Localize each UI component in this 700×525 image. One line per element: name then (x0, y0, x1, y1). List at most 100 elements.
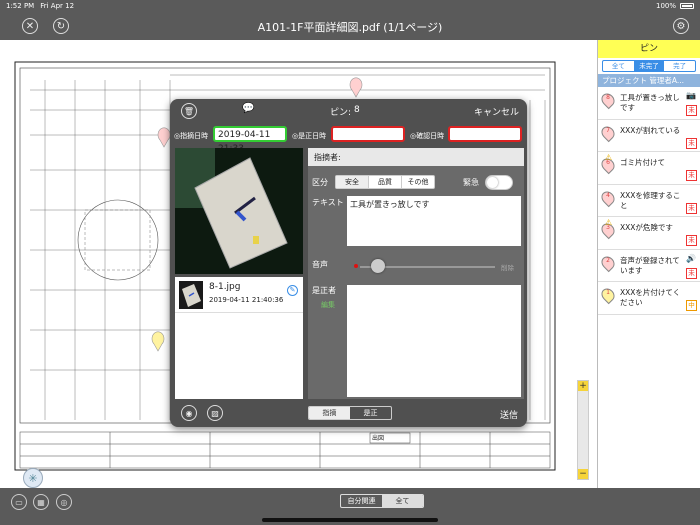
filter-incomplete[interactable]: 未完了 (633, 61, 665, 71)
audio-delete-button[interactable]: 削除 (501, 262, 514, 272)
status-date: Fri Apr 12 (40, 2, 75, 10)
pin-number: 8 (354, 105, 360, 115)
tab-report[interactable]: 指摘 (309, 407, 350, 419)
audio-label: 音声 (312, 260, 328, 269)
warning-icon: ⚠ (605, 153, 613, 162)
pin-text: 音声が登録されています (620, 255, 680, 275)
corrector-field[interactable] (347, 285, 521, 397)
category-other[interactable]: その他 (402, 176, 434, 188)
urgent-label: 緊急 (463, 178, 479, 187)
confirmed-date-field[interactable] (448, 126, 522, 142)
pin-list-item[interactable]: 6 ⚠ ゴミ片付けて未 (598, 152, 700, 185)
pin-label: ピン: (330, 108, 352, 118)
dialog-footer: ◉ ▨ 指摘 是正 送信 (170, 401, 527, 425)
pin-text: 工具が置きっ放しです (620, 93, 680, 112)
send-button[interactable]: 送信 (500, 408, 518, 421)
pin-list-item[interactable]: 1 XXXを片付けてください中 (598, 282, 700, 315)
audio-slider-thumb[interactable] (371, 259, 385, 273)
status-badge: 未 (686, 170, 697, 181)
pin-detail-dialog: 🗑 💬 ピン: 8 キャンセル ◎指摘日時 2019-04-11 21:33 ◎… (170, 99, 527, 427)
reported-date-label: ◎指摘日時 (174, 132, 209, 140)
settings-gear-icon[interactable]: ⚙ (673, 18, 689, 34)
camera-icon[interactable]: ◉ (181, 405, 197, 421)
report-correct-segment: 指摘 是正 (308, 406, 392, 420)
urgent-toggle[interactable] (485, 175, 513, 190)
pin-number: 7 (606, 126, 610, 134)
location-icon[interactable]: ◎ (56, 494, 72, 510)
cancel-button[interactable]: キャンセル (474, 105, 519, 118)
zoom-slider[interactable]: + − (577, 380, 589, 480)
date-row: ◎指摘日時 2019-04-11 21:33 ◎是正日時 ◎確認日時 (170, 126, 527, 154)
attachment-row[interactable]: 8-1.jpg 2019-04-11 21:40:36 ✎ (175, 277, 303, 313)
reported-date-field[interactable]: 2019-04-11 21:33 (213, 126, 287, 154)
speaker-icon: 🔊 (686, 253, 696, 263)
battery-icon (680, 3, 694, 9)
status-badge: 未 (686, 235, 697, 246)
warning-icon: ⚠ (605, 218, 613, 227)
home-indicator[interactable] (262, 518, 438, 522)
category-segment: 安全 品質 その他 (335, 175, 435, 189)
tab-mine[interactable]: 自分関連 (341, 495, 382, 507)
layers-icon[interactable]: ▭ (11, 494, 27, 510)
drawing-title-label: 出図 (372, 435, 385, 442)
photo-preview[interactable] (175, 148, 303, 274)
pin-list-item[interactable]: 3 ⚠ XXXが危険です未 (598, 217, 700, 250)
dialog-header: 🗑 💬 ピン: 8 キャンセル (170, 99, 527, 121)
filter-complete[interactable]: 完了 (664, 61, 695, 71)
pin-number: 1 (606, 289, 610, 296)
status-badge: 未 (686, 137, 697, 149)
pin-filter-segment: 全て 未完了 完了 (602, 60, 696, 72)
attachment-filename: 8-1.jpg (209, 282, 241, 292)
pin-list-item[interactable]: 2 音声が登録されています 🔊 未 (598, 250, 700, 282)
document-title: A101-1F平面詳細図.pdf (1/1ページ) (257, 21, 443, 34)
corrector-edit-button[interactable]: 編集 (321, 300, 335, 310)
attachment-date: 2019-04-11 21:40:36 (209, 296, 284, 304)
filter-all[interactable]: 全て (603, 61, 634, 71)
status-badge: 未 (686, 105, 697, 116)
pin-text: XXXを片付けてください (620, 288, 681, 307)
top-toolbar: ✕ ↻ A101-1F平面詳細図.pdf (1/1ページ) ⚙ (0, 12, 700, 40)
pin-list-item[interactable]: 4 XXXを修理すること未 (598, 185, 700, 217)
status-badge: 中 (686, 300, 697, 311)
grid-icon[interactable]: ▦ (33, 494, 49, 510)
tab-all[interactable]: 全て (382, 495, 423, 507)
camera-icon: 📷 (686, 91, 696, 100)
pin-text: XXXが危険です (620, 223, 673, 232)
status-badge: 未 (686, 202, 697, 214)
edit-pencil-icon[interactable]: ✎ (287, 285, 298, 296)
pin-list-panel: ピン 全て 未完了 完了 プロジェクト 管理者A... 8 工具が置きっ放しです 📷… (597, 40, 700, 488)
zoom-out-button[interactable]: − (578, 469, 588, 479)
photo-library-icon[interactable]: ▨ (207, 405, 223, 421)
zoom-in-button[interactable]: + (578, 381, 588, 391)
refresh-icon[interactable]: ↻ (53, 18, 69, 34)
status-time: 1:52 PM (6, 2, 35, 10)
status-bar: 1:52 PM Fri Apr 12 100% (0, 0, 700, 12)
category-label: 区分 (312, 178, 328, 187)
attachment-list: 8-1.jpg 2019-04-11 21:40:36 ✎ (175, 277, 303, 399)
status-badge: 未 (686, 267, 697, 279)
category-quality[interactable]: 品質 (369, 176, 402, 188)
text-label: テキスト (312, 198, 344, 207)
pin-number: 4 (606, 191, 610, 199)
pin-text: ゴミ片付けて (620, 158, 665, 167)
category-safety[interactable]: 安全 (336, 176, 369, 188)
pin-panel-title: ピン (598, 40, 700, 58)
trash-icon[interactable]: 🗑 (181, 103, 197, 119)
project-label: プロジェクト 管理者A... (598, 74, 700, 87)
reporter-bar: 指摘者: (308, 148, 524, 166)
battery-percent: 100% (655, 2, 676, 10)
tab-correction[interactable]: 是正 (350, 407, 391, 419)
pin-number: 8 (606, 94, 610, 101)
record-dot-icon[interactable] (354, 264, 358, 268)
pin-list-item[interactable]: 7 XXXが割れている未 (598, 120, 700, 152)
corrector-label: 是正者 (312, 286, 336, 295)
text-field[interactable]: 工具が置きっ放しです (347, 196, 521, 246)
pin-text: XXXが割れている (620, 125, 681, 135)
pin-text: XXXを修理すること (620, 190, 681, 210)
attachment-thumbnail (179, 281, 203, 309)
corrected-date-field[interactable] (331, 126, 405, 142)
chat-icon[interactable]: 💬 (242, 103, 254, 114)
sparkle-icon[interactable]: ✳ (23, 468, 43, 488)
pin-list-item[interactable]: 8 工具が置きっ放しです 📷 未 (598, 87, 700, 120)
close-icon[interactable]: ✕ (22, 18, 38, 34)
